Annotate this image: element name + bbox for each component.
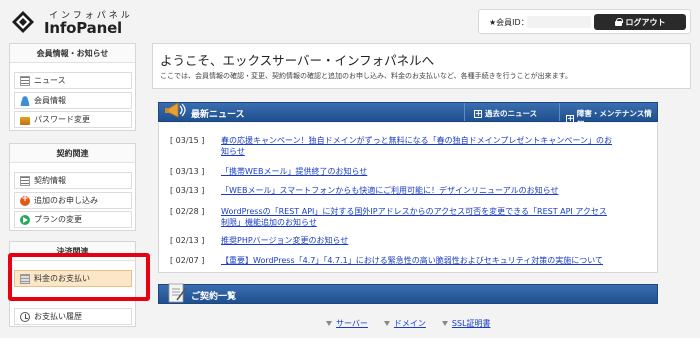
sidebar-item-label: パスワード変更: [34, 115, 90, 124]
lock-icon: [614, 18, 623, 26]
sidebar-item-label: 料金のお支払い: [34, 274, 90, 283]
tab-label: サーバー: [336, 319, 368, 328]
sidebar-item-add-order[interactable]: 追加のお申し込み: [14, 192, 132, 209]
logo-mark-icon: [12, 11, 34, 33]
arrow-down-icon: [383, 321, 390, 326]
arrow-down-icon: [326, 321, 332, 326]
payment-icon: [20, 273, 30, 284]
contract-tabs: サーバー ドメイン SSL証明書: [326, 318, 491, 329]
list-item: [ 03/15 ] 春の応援キャンペーン！独自ドメインがずっと無料になる「春の独…: [170, 136, 613, 157]
welcome-panel: ようこそ、エックスサーバー・インフォパネルへ ここでは、会員情報の確認・変更、契…: [152, 43, 691, 89]
sidebar-item-payment-history[interactable]: お支払い履歴: [14, 308, 132, 325]
list-icon: [20, 75, 30, 86]
news-title: 最新ニュース: [191, 110, 245, 120]
page-title: ようこそ、エックスサーバー・インフォパネルへ: [160, 53, 435, 68]
news-link[interactable]: 「WEBメール」スマートフォンからも快適にご利用可能に！デザインリニューアルのお…: [221, 186, 613, 197]
contracts-header-bar: ご契約一覧: [158, 283, 658, 304]
sidebar-item-contract-info[interactable]: 契約情報: [14, 172, 132, 189]
news-date: [ 03/13 ]: [170, 186, 205, 195]
plus-square-icon: [566, 113, 574, 125]
divider: [559, 103, 560, 121]
sidebar-section-title: 契約関連: [10, 144, 135, 163]
contract-icon: [20, 175, 30, 186]
infopanel-logo[interactable]: インフォパネル InfoPanel: [12, 7, 147, 37]
list-item: [ 03/13 ] 「WEBメール」スマートフォンからも快適にご利用可能に！デザ…: [170, 186, 613, 197]
list-item: [ 03/13 ] 「携帯WEBメール」提供終了のお知らせ: [170, 167, 613, 178]
sidebar-section-title: 会員情報・お知らせ: [10, 44, 135, 63]
document-icon: [168, 283, 187, 303]
contracts-title: ご契約一覧: [191, 292, 237, 302]
tab-domain[interactable]: ドメイン: [383, 318, 426, 329]
news-link[interactable]: 推奨PHPバージョン変更のお知らせ: [221, 236, 613, 247]
sidebar-item-payment[interactable]: 料金のお支払い: [14, 270, 132, 287]
logout-button[interactable]: ログアウト: [594, 14, 686, 30]
news-date: [ 02/13 ]: [170, 236, 205, 245]
add-icon: [20, 194, 30, 206]
news-date: [ 02/28 ]: [170, 207, 205, 216]
member-box: ★会員ID： ログアウト: [478, 9, 691, 34]
sidebar-item-label: ニュース: [34, 76, 66, 85]
clock-icon: [20, 311, 30, 322]
sidebar-section-member: 会員情報・お知らせ ニュース 会員情報 パスワード変更: [9, 43, 136, 131]
list-item: [ 02/28 ] WordPressの「REST API」に対する国外IPアド…: [170, 207, 613, 228]
list-item: [ 02/13 ] 推奨PHPバージョン変更のお知らせ: [170, 236, 613, 247]
sidebar-item-label: プランの変更: [34, 215, 82, 224]
news-date: [ 03/15 ]: [170, 136, 205, 145]
sidebar-section-title: 決済関連: [10, 242, 135, 261]
sidebar-section-contract: 契約関連 契約情報 追加のお申し込み プランの変更: [9, 143, 136, 231]
sidebar-item-label: 追加のお申し込み: [34, 196, 98, 205]
lock-icon: [20, 116, 30, 125]
sidebar-item-member-info[interactable]: 会員情報: [14, 92, 132, 109]
page-subtitle: ここでは、会員情報の確認・変更、契約情報の確認と追加のお申し込み、料金のお支払い…: [160, 72, 572, 80]
logout-label: ログアウト: [625, 17, 666, 27]
news-list: [ 03/15 ] 春の応援キャンペーン！独自ドメインがずっと無料になる「春の独…: [158, 123, 658, 273]
sidebar-item-plan-change[interactable]: プランの変更: [14, 211, 132, 228]
megaphone-icon: [165, 102, 186, 118]
user-icon: [20, 95, 30, 106]
sidebar-item-label: 会員情報: [34, 96, 66, 105]
member-id-value: [527, 16, 591, 28]
past-news-label: 過去のニュース: [485, 109, 538, 118]
sidebar-item-news[interactable]: ニュース: [14, 72, 132, 89]
sidebar-item-label: 契約情報: [34, 176, 66, 185]
member-id-label: ★会員ID：: [489, 18, 529, 27]
logo-name-text: InfoPanel: [44, 19, 122, 37]
tab-server[interactable]: サーバー: [326, 318, 368, 329]
sidebar-section-payment: 決済関連 料金のお支払い お支払い履歴: [9, 241, 136, 327]
arrow-down-icon: [441, 321, 448, 326]
news-link[interactable]: WordPressの「REST API」に対する国外IPアドレスからのアクセス可…: [221, 207, 613, 228]
sidebar-item-password[interactable]: パスワード変更: [14, 111, 132, 128]
news-link[interactable]: 【重要】WordPress「4.7」「4.7.1」における緊急性の高い脆弱性およ…: [221, 256, 613, 267]
tab-ssl[interactable]: SSL証明書: [441, 318, 491, 329]
sidebar-item-label: お支払い履歴: [34, 312, 82, 321]
news-date: [ 03/13 ]: [170, 167, 205, 176]
list-item: [ 02/07 ] 【重要】WordPress「4.7」「4.7.1」における緊…: [170, 256, 613, 267]
news-link[interactable]: 春の応援キャンペーン！独自ドメインがずっと無料になる「春の独自ドメインプレゼント…: [221, 136, 613, 157]
tab-label: SSL証明書: [451, 319, 491, 328]
past-news-link[interactable]: 過去のニュース: [474, 108, 538, 120]
plus-square-icon: [474, 108, 482, 120]
news-link[interactable]: 「携帯WEBメール」提供終了のお知らせ: [221, 167, 613, 178]
tab-label: ドメイン: [393, 319, 426, 328]
plan-icon: [20, 214, 30, 225]
news-date: [ 02/07 ]: [170, 256, 205, 265]
divider: [464, 103, 465, 121]
news-header-bar: 最新ニュース 過去のニュース 障害・メンテナンス情報: [158, 102, 658, 129]
